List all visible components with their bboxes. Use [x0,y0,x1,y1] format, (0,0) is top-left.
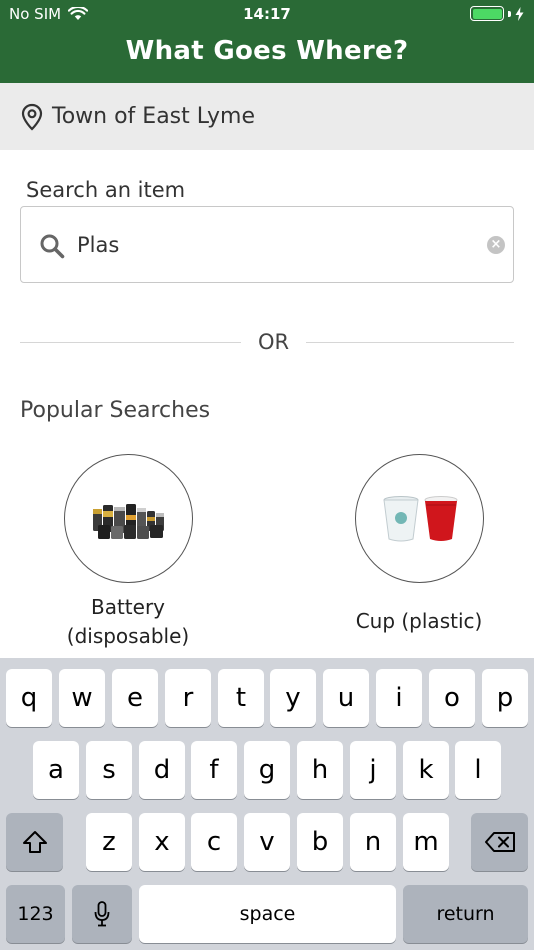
key-y[interactable]: y [270,669,316,727]
key-w[interactable]: w [59,669,105,727]
battery-image [63,454,193,583]
popular-item-cup[interactable]: Cup (plastic) [319,454,519,636]
battery-icon [470,6,504,21]
key-f[interactable]: f [191,741,237,799]
backspace-icon [484,832,515,852]
status-time: 14:17 [243,5,291,23]
key-l[interactable]: l [455,741,501,799]
popular-item-label: Battery (disposable) [66,595,190,648]
key-b[interactable]: b [297,813,343,871]
charging-bolt-icon [515,6,524,21]
clear-icon[interactable]: × [487,236,505,254]
location-name: Town of East Lyme [52,104,255,129]
page-title: What Goes Where? [125,36,409,66]
key-e[interactable]: e [112,669,158,727]
key-t[interactable]: t [218,669,264,727]
key-a[interactable]: a [33,741,79,799]
key-i[interactable]: i [376,669,422,727]
key-k[interactable]: k [403,741,449,799]
key-x[interactable]: x [139,813,185,871]
key-p[interactable]: p [482,669,528,727]
return-key[interactable]: return [403,885,528,943]
key-u[interactable]: u [323,669,369,727]
or-divider-text: OR [257,330,290,354]
status-bar: No SIM 14:17 [0,0,534,28]
key-c[interactable]: c [191,813,237,871]
onscreen-keyboard: q w e r t y u i o p a s d f g h j k l z … [0,658,534,950]
microphone-icon [94,901,110,927]
key-g[interactable]: g [244,741,290,799]
shift-arrow-icon [22,831,47,853]
popular-item-label: Cup (plastic) [355,609,483,633]
battery-indicator [470,6,524,21]
search-input[interactable] [77,225,457,265]
location-selector[interactable]: Town of East Lyme [0,83,534,150]
location-pin-icon [21,103,43,131]
divider-left [20,342,241,343]
app-header: No SIM 14:17 What Goes Where? [0,0,534,83]
key-v[interactable]: v [244,813,290,871]
shift-key[interactable] [6,813,63,871]
search-label: Search an item [26,178,186,202]
key-j[interactable]: j [350,741,396,799]
search-icon [40,234,65,259]
key-d[interactable]: d [139,741,185,799]
dictation-key[interactable] [72,885,132,943]
numbers-key[interactable]: 123 [6,885,65,943]
key-z[interactable]: z [86,813,132,871]
popular-searches-title: Popular Searches [20,398,211,423]
key-o[interactable]: o [429,669,475,727]
key-q[interactable]: q [6,669,52,727]
key-h[interactable]: h [297,741,343,799]
search-box[interactable]: × [20,206,514,283]
key-s[interactable]: s [86,741,132,799]
cup-image [354,454,484,583]
key-n[interactable]: n [350,813,396,871]
key-r[interactable]: r [165,669,211,727]
divider-right [306,342,514,343]
key-m[interactable]: m [403,813,449,871]
space-key[interactable]: space [139,885,396,943]
popular-item-battery[interactable]: Battery (disposable) [28,454,228,651]
backspace-key[interactable] [471,813,528,871]
